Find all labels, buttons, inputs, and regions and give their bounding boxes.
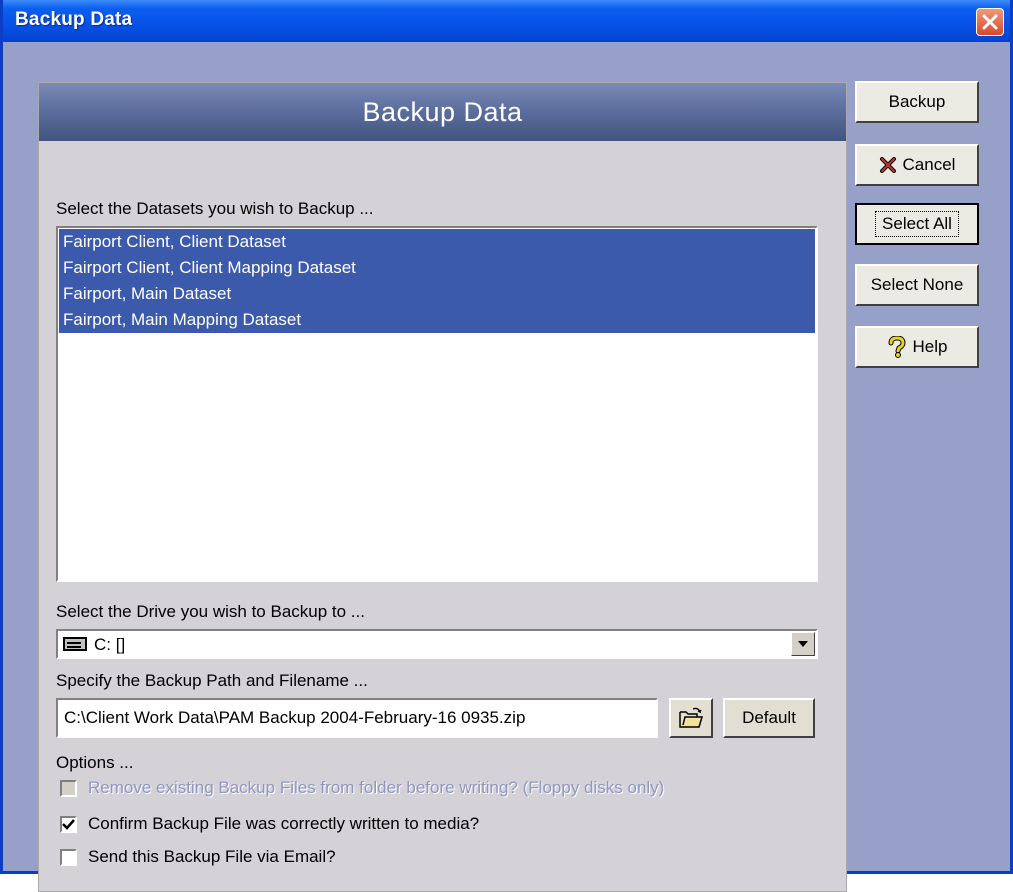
help-button[interactable]: Help (855, 326, 979, 368)
options-label: Options ... (56, 753, 134, 772)
checkmark-icon (62, 819, 75, 830)
datasets-list: Fairport Client, Client Dataset Fairport … (59, 229, 815, 333)
title-bar[interactable]: Backup Data (3, 0, 1010, 42)
confirm-written-label[interactable]: Confirm Backup File was correctly writte… (88, 814, 479, 834)
backup-button[interactable]: Backup (855, 81, 979, 123)
close-x-icon (982, 14, 998, 30)
window-title: Backup Data (15, 9, 133, 30)
send-email-label[interactable]: Send this Backup File via Email? (88, 847, 336, 867)
drive-dropdown-button[interactable] (791, 632, 815, 656)
select-all-button[interactable]: Select All (855, 203, 979, 245)
red-x-icon (879, 157, 896, 173)
drive-icon (63, 637, 87, 651)
browse-folder-button[interactable] (669, 698, 713, 738)
select-all-label: Select All (875, 211, 959, 237)
close-button[interactable] (976, 8, 1004, 36)
dataset-list-item[interactable]: Fairport Client, Client Mapping Dataset (59, 255, 815, 281)
remove-existing-checkbox (60, 780, 77, 797)
backup-panel: Backup Data Select the Datasets you wish… (38, 82, 847, 892)
datasets-listbox[interactable]: Fairport Client, Client Dataset Fairport … (56, 226, 818, 582)
panel-header: Backup Data (39, 83, 846, 141)
remove-existing-label: Remove existing Backup Files from folder… (88, 778, 665, 797)
select-none-button[interactable]: Select None (855, 264, 979, 306)
open-folder-icon (679, 707, 704, 728)
backup-data-window: Backup Data Backup Data Select the Datas… (0, 0, 1013, 892)
datasets-label: Select the Datasets you wish to Backup .… (56, 199, 374, 218)
drive-label: Select the Drive you wish to Backup to .… (56, 602, 365, 621)
dropdown-arrow-icon (798, 641, 808, 647)
drive-select[interactable]: C: [] (56, 629, 818, 659)
question-mark-icon (888, 336, 906, 358)
drive-value: C: [] (94, 635, 126, 654)
default-button[interactable]: Default (723, 698, 815, 738)
confirm-written-checkbox[interactable] (60, 816, 77, 833)
path-label: Specify the Backup Path and Filename ... (56, 671, 368, 690)
window-client-area: Backup Data Select the Datasets you wish… (11, 42, 1008, 892)
help-label: Help (912, 337, 948, 356)
send-email-checkbox[interactable] (60, 849, 77, 866)
backup-path-input[interactable] (56, 698, 658, 738)
dataset-list-item[interactable]: Fairport, Main Dataset (59, 281, 815, 307)
dataset-list-item[interactable]: Fairport, Main Mapping Dataset (59, 307, 815, 333)
cancel-button[interactable]: Cancel (855, 144, 979, 186)
dataset-list-item[interactable]: Fairport Client, Client Dataset (59, 229, 815, 255)
cancel-label: Cancel (902, 155, 956, 174)
